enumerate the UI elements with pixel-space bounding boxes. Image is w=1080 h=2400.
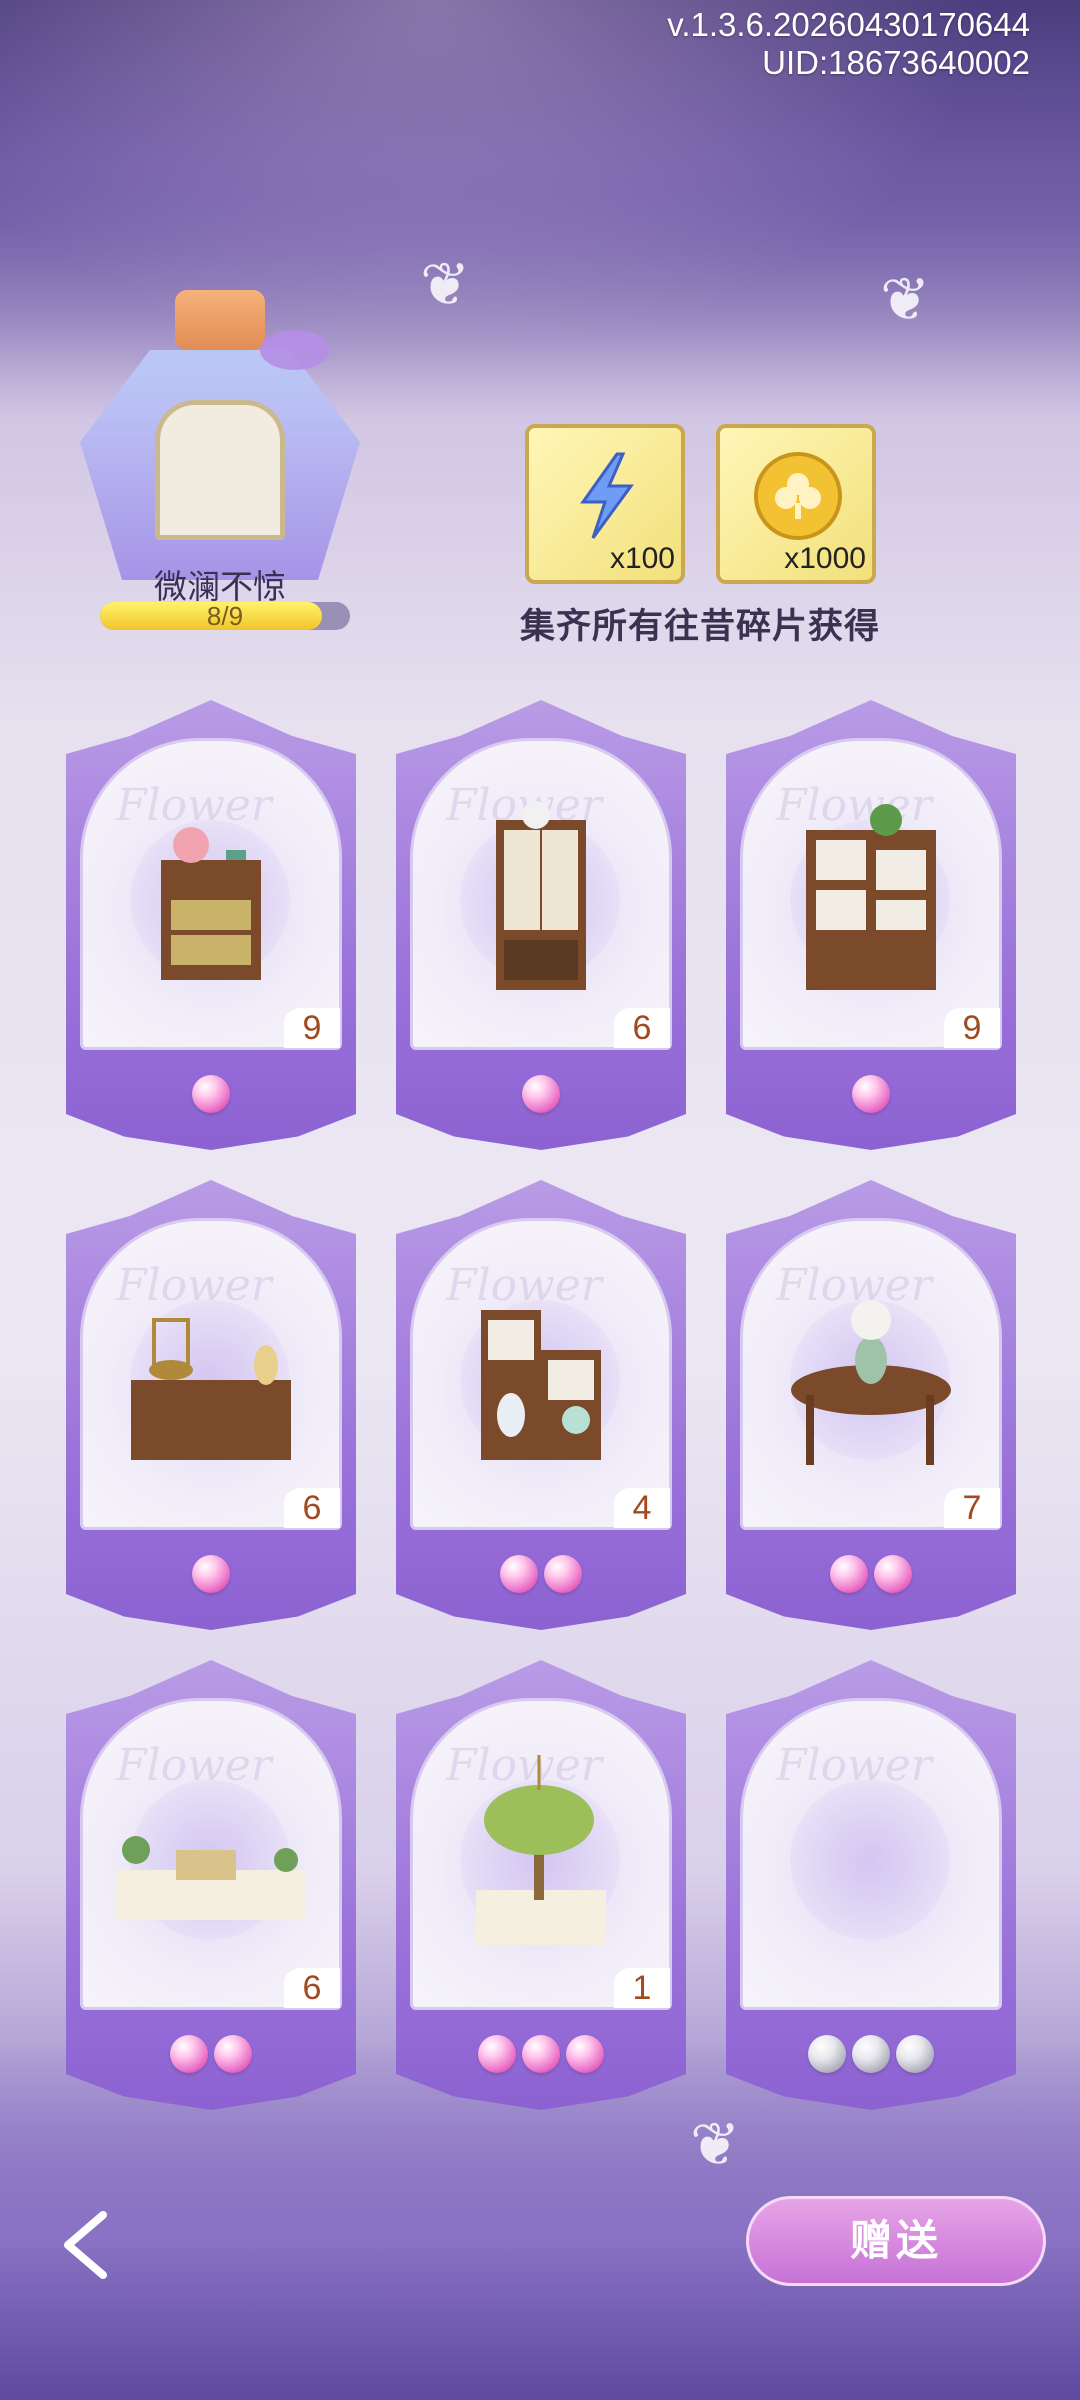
- pearl-icon: [522, 2035, 560, 2073]
- pearl-icon: [214, 2035, 252, 2073]
- fragment-card[interactable]: Flower 9: [66, 700, 356, 1150]
- version-text: v.1.3.6.20260430170644: [667, 6, 1030, 43]
- reward-count: x100: [609, 542, 675, 575]
- flower-watermark-icon: [790, 1780, 950, 1940]
- rarity-pearls: [66, 2035, 356, 2077]
- gift-button[interactable]: 赠送: [746, 2196, 1046, 2286]
- card-count: 9: [284, 1008, 340, 1048]
- reward-energy[interactable]: x100: [525, 424, 685, 584]
- fragment-card[interactable]: Flower 6: [66, 1180, 356, 1630]
- pearl-icon: [566, 2035, 604, 2073]
- card-count: 4: [614, 1488, 670, 1528]
- rarity-pearls: [726, 1555, 1016, 1597]
- rarity-pearls: [726, 1075, 1016, 1117]
- pearl-icon: [852, 1075, 890, 1113]
- palm-planter-icon: [476, 1755, 606, 1945]
- card-count: 9: [944, 1008, 1000, 1048]
- rarity-pearls: [66, 1075, 356, 1117]
- back-chevron-icon: [64, 2211, 107, 2279]
- clover-coin-icon: [754, 452, 842, 540]
- fragment-card[interactable]: Flower 1: [396, 1660, 686, 2110]
- pearl-icon: [170, 2035, 208, 2073]
- fragment-card[interactable]: Flower 9: [726, 700, 1016, 1150]
- pearl-icon: [500, 1555, 538, 1593]
- pearl-icon: [896, 2035, 934, 2073]
- collection-bottle[interactable]: 微澜不惊 8/9: [70, 290, 370, 630]
- rarity-pearls: [396, 1075, 686, 1117]
- fragment-card[interactable]: Flower: [726, 1660, 1016, 2110]
- pearl-icon: [874, 1555, 912, 1593]
- butterfly-icon: ❦: [420, 250, 471, 320]
- card-count: 1: [614, 1968, 670, 2008]
- fragment-card[interactable]: Flower 7: [726, 1180, 1016, 1630]
- card-count: 6: [284, 1968, 340, 2008]
- bottle-shelf-icon: [155, 400, 285, 540]
- card-count: 6: [614, 1008, 670, 1048]
- pearl-icon: [192, 1075, 230, 1113]
- back-button[interactable]: [48, 2200, 128, 2290]
- version-info: v.1.3.6.20260430170644 UID:18673640002: [667, 6, 1030, 82]
- card-count: 6: [284, 1488, 340, 1528]
- reward-caption: 集齐所有往昔碎片获得: [520, 606, 881, 647]
- reward-count: x1000: [784, 542, 866, 575]
- pearl-icon: [830, 1555, 868, 1593]
- butterfly-icon: ❦: [880, 265, 931, 335]
- lightning-icon: [580, 452, 634, 539]
- display-shelf-icon: [806, 804, 936, 990]
- butterfly-icon: ❦: [690, 2110, 741, 2180]
- rarity-pearls: [396, 1555, 686, 1597]
- pearl-icon: [852, 2035, 890, 2073]
- pearl-icon: [478, 2035, 516, 2073]
- pearl-icon: [192, 1555, 230, 1593]
- birdcage-sideboard-icon: [131, 1318, 291, 1460]
- console-table-icon: [791, 1300, 951, 1465]
- rarity-pearls: [726, 2035, 1016, 2077]
- reward-coins[interactable]: x1000: [716, 424, 876, 584]
- fragment-card[interactable]: Flower 6: [66, 1660, 356, 2110]
- card-count: 7: [944, 1488, 1000, 1528]
- rarity-pearls: [66, 1555, 356, 1597]
- flower-cabinet-icon: [161, 827, 261, 980]
- uid-text: UID:18673640002: [762, 44, 1030, 81]
- pearl-icon: [808, 2035, 846, 2073]
- ribbon-bow-icon: [260, 330, 330, 370]
- fragment-card[interactable]: Flower 4: [396, 1180, 686, 1630]
- vase-shelf-icon: [481, 1310, 601, 1460]
- tall-wardrobe-icon: [496, 801, 586, 990]
- collection-progress-text: 8/9: [206, 601, 244, 631]
- flower-counter-icon: [116, 1836, 306, 1920]
- pearl-icon: [544, 1555, 582, 1593]
- bottle-cork: [175, 290, 265, 350]
- rarity-pearls: [396, 2035, 686, 2077]
- pearl-icon: [522, 1075, 560, 1113]
- fragment-card[interactable]: Flower 6: [396, 700, 686, 1150]
